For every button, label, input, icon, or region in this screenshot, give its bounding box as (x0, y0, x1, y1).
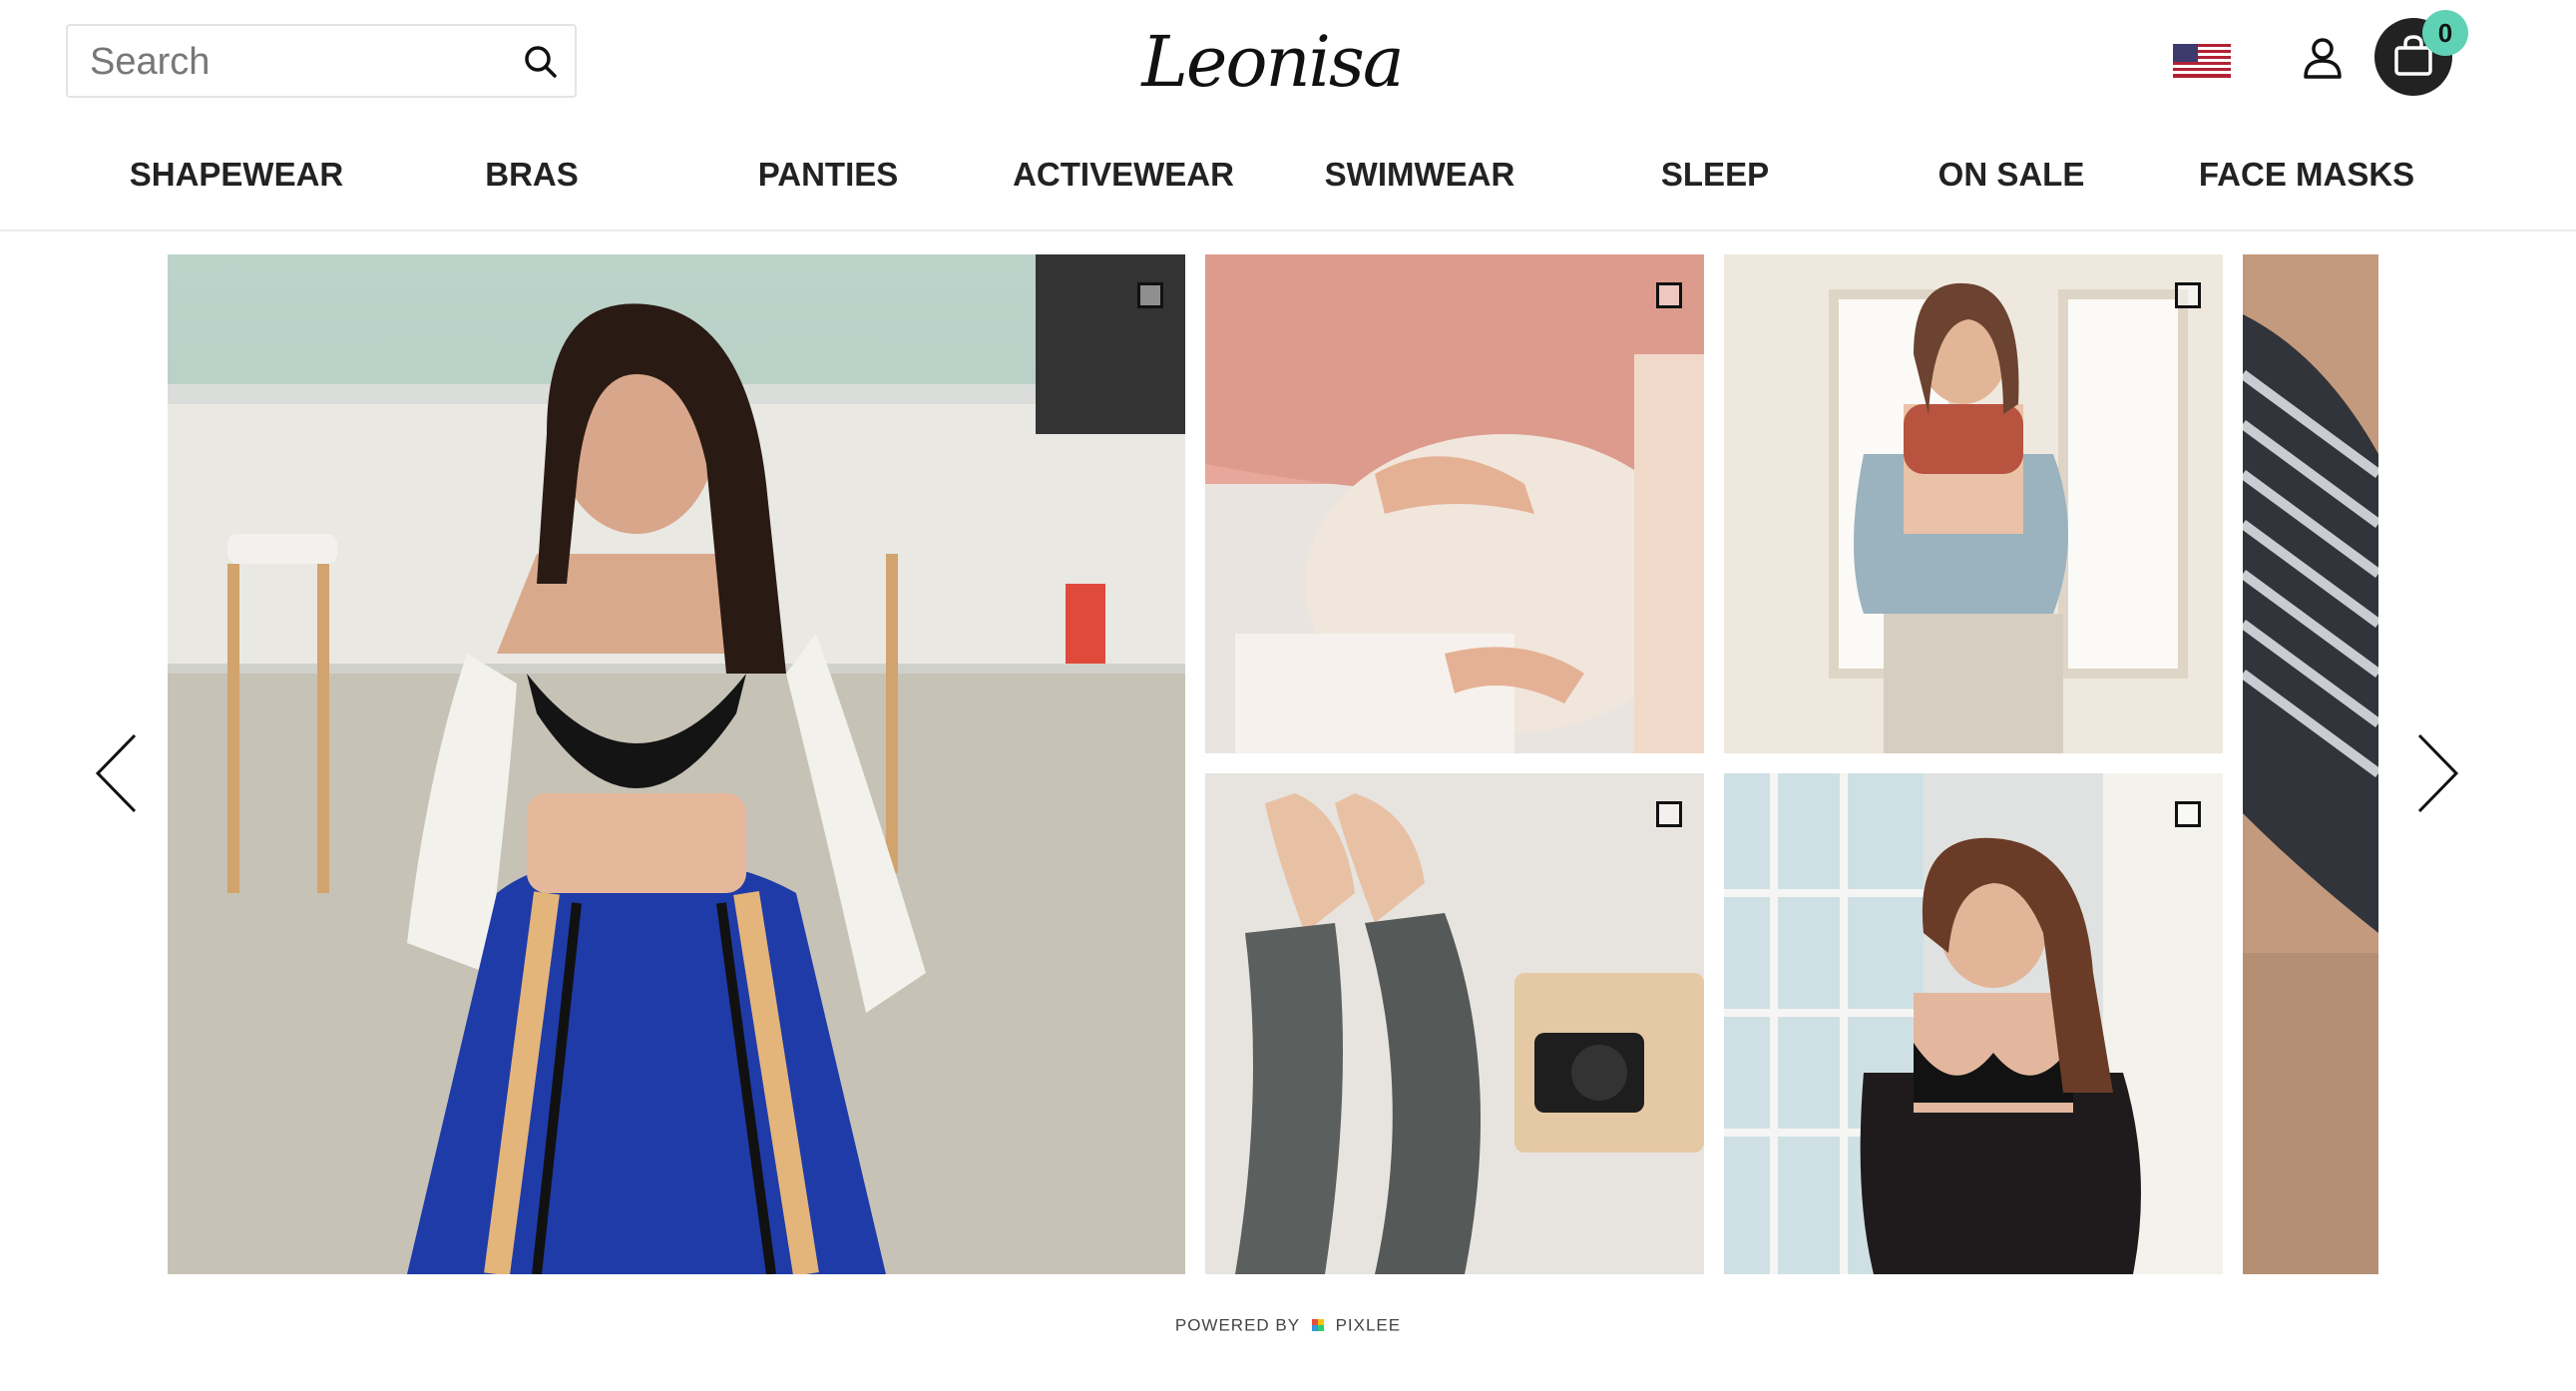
select-checkbox[interactable] (1656, 801, 1682, 827)
nav-item-bras[interactable]: BRAS (384, 140, 679, 210)
chevron-left-icon (95, 733, 137, 813)
select-checkbox[interactable] (1137, 282, 1163, 308)
user-icon (2304, 38, 2342, 79)
main-navigation: SHAPEWEAR BRAS PANTIES ACTIVEWEAR SWIMWE… (0, 140, 2576, 232)
nav-item-panties[interactable]: PANTIES (680, 140, 976, 210)
us-flag-icon[interactable] (2173, 44, 2231, 78)
photo-striped-shirt (2243, 254, 2378, 1274)
gallery-photo[interactable] (1205, 773, 1704, 1274)
gallery-photo[interactable] (1205, 254, 1704, 753)
photo-leggings-camera (1205, 773, 1704, 1274)
pixlee-brand-label: PIXLEE (1335, 1315, 1402, 1335)
nav-item-activewear[interactable]: ACTIVEWEAR (976, 140, 1271, 210)
next-arrow-button[interactable] (2404, 723, 2464, 823)
search-icon (525, 46, 557, 78)
gallery-photo-partial[interactable] (2243, 254, 2378, 1274)
chevron-right-icon (2417, 733, 2459, 813)
ugc-gallery (0, 254, 2576, 1274)
brand-logo[interactable]: Leonisa (1127, 12, 1417, 112)
search-box (66, 24, 577, 98)
pixlee-logo-icon (1311, 1319, 1324, 1331)
nav-item-face-masks[interactable]: FACE MASKS (2159, 140, 2454, 210)
nav-item-swimwear[interactable]: SWIMWEAR (1272, 140, 1567, 210)
nav-item-sleep[interactable]: SLEEP (1567, 140, 1863, 210)
account-button[interactable] (2299, 34, 2347, 82)
nav-item-shapewear[interactable]: SHAPEWEAR (89, 140, 384, 210)
cart-count-badge: 0 (2422, 10, 2468, 56)
gallery-photo[interactable] (1724, 773, 2223, 1274)
powered-by-label: POWERED BY (1174, 1315, 1301, 1335)
select-checkbox[interactable] (1656, 282, 1682, 308)
powered-by-pixlee[interactable]: POWERED BY PIXLEE (0, 1315, 2576, 1336)
search-input[interactable] (88, 26, 511, 98)
nav-item-on-sale[interactable]: ON SALE (1864, 140, 2159, 210)
photo-woman-window (1724, 254, 2223, 753)
photo-woman-bralette (168, 254, 1185, 1274)
gallery-photo[interactable] (168, 254, 1185, 1274)
photo-woman-robe (1724, 773, 2223, 1274)
gallery-photo[interactable] (1724, 254, 2223, 753)
prev-arrow-button[interactable] (90, 723, 150, 823)
select-checkbox[interactable] (2175, 282, 2201, 308)
photo-maternity (1205, 254, 1704, 753)
select-checkbox[interactable] (2175, 801, 2201, 827)
search-button[interactable] (521, 42, 561, 82)
